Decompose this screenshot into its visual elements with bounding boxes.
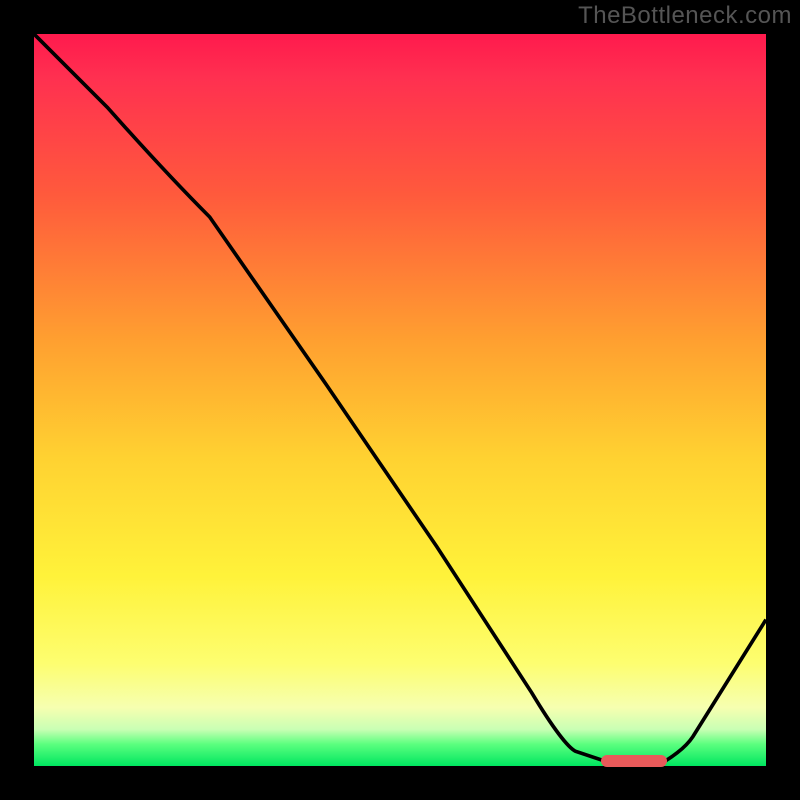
curve-svg <box>34 34 766 766</box>
optimal-range-marker <box>601 755 667 767</box>
watermark-text: TheBottleneck.com <box>578 2 792 30</box>
plot-frame <box>30 30 770 770</box>
chart-root: TheBottleneck.com <box>0 0 800 800</box>
bottleneck-curve <box>34 34 766 766</box>
